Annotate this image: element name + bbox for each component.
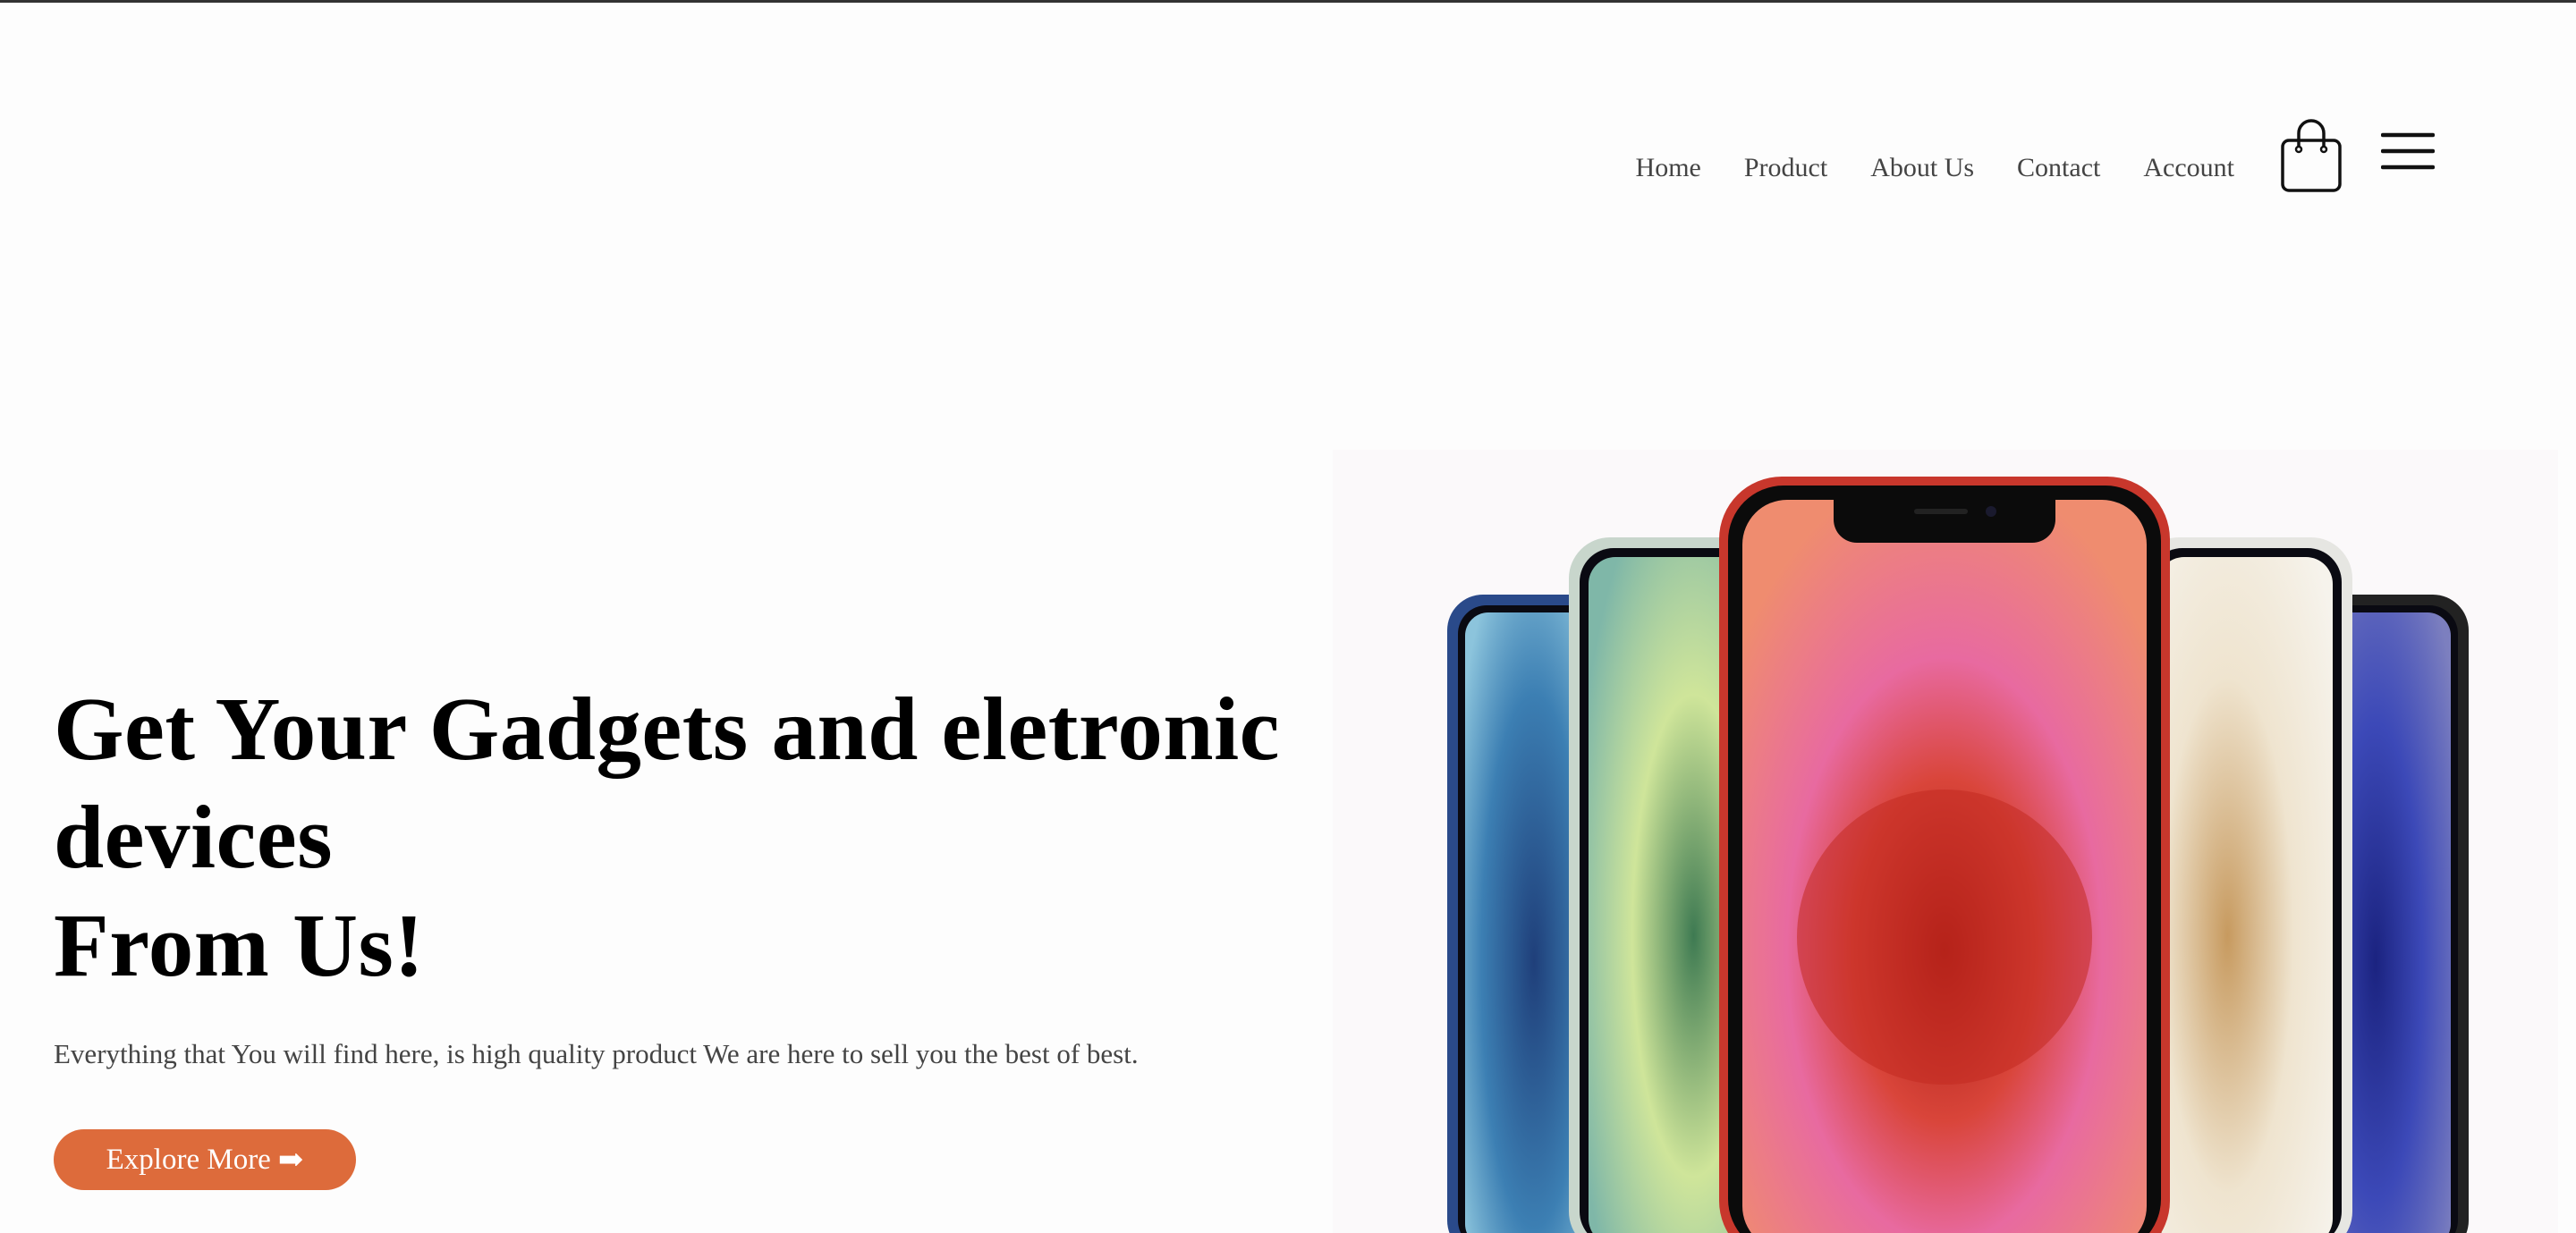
explore-more-button[interactable]: Explore More ➡ bbox=[54, 1129, 356, 1190]
arrow-right-icon: ➡ bbox=[277, 1144, 304, 1177]
hamburger-menu-icon[interactable] bbox=[2381, 130, 2435, 173]
phones-illustration bbox=[1447, 477, 2469, 1233]
main-nav: Home Product About Us Contact Account bbox=[1636, 119, 2435, 194]
nav-link-about-us[interactable]: About Us bbox=[1870, 153, 1974, 183]
hero-title-line1: Get Your Gadgets and eletronic devices bbox=[54, 679, 1280, 887]
hero-section: Get Your Gadgets and eletronic devices F… bbox=[54, 675, 1333, 1069]
hero-phones-image bbox=[1333, 450, 2558, 1233]
hero-title: Get Your Gadgets and eletronic devices F… bbox=[54, 675, 1333, 1000]
explore-more-label: Explore More bbox=[106, 1143, 271, 1176]
nav-link-contact[interactable]: Contact bbox=[2017, 153, 2100, 183]
hero-title-line2: From Us! bbox=[54, 895, 425, 995]
shopping-bag-icon[interactable] bbox=[2279, 119, 2343, 194]
nav-link-account[interactable]: Account bbox=[2143, 153, 2234, 183]
nav-link-product[interactable]: Product bbox=[1744, 153, 1827, 183]
nav-link-home[interactable]: Home bbox=[1636, 153, 1701, 183]
hero-subtitle: Everything that You will find here, is h… bbox=[54, 1038, 1139, 1069]
